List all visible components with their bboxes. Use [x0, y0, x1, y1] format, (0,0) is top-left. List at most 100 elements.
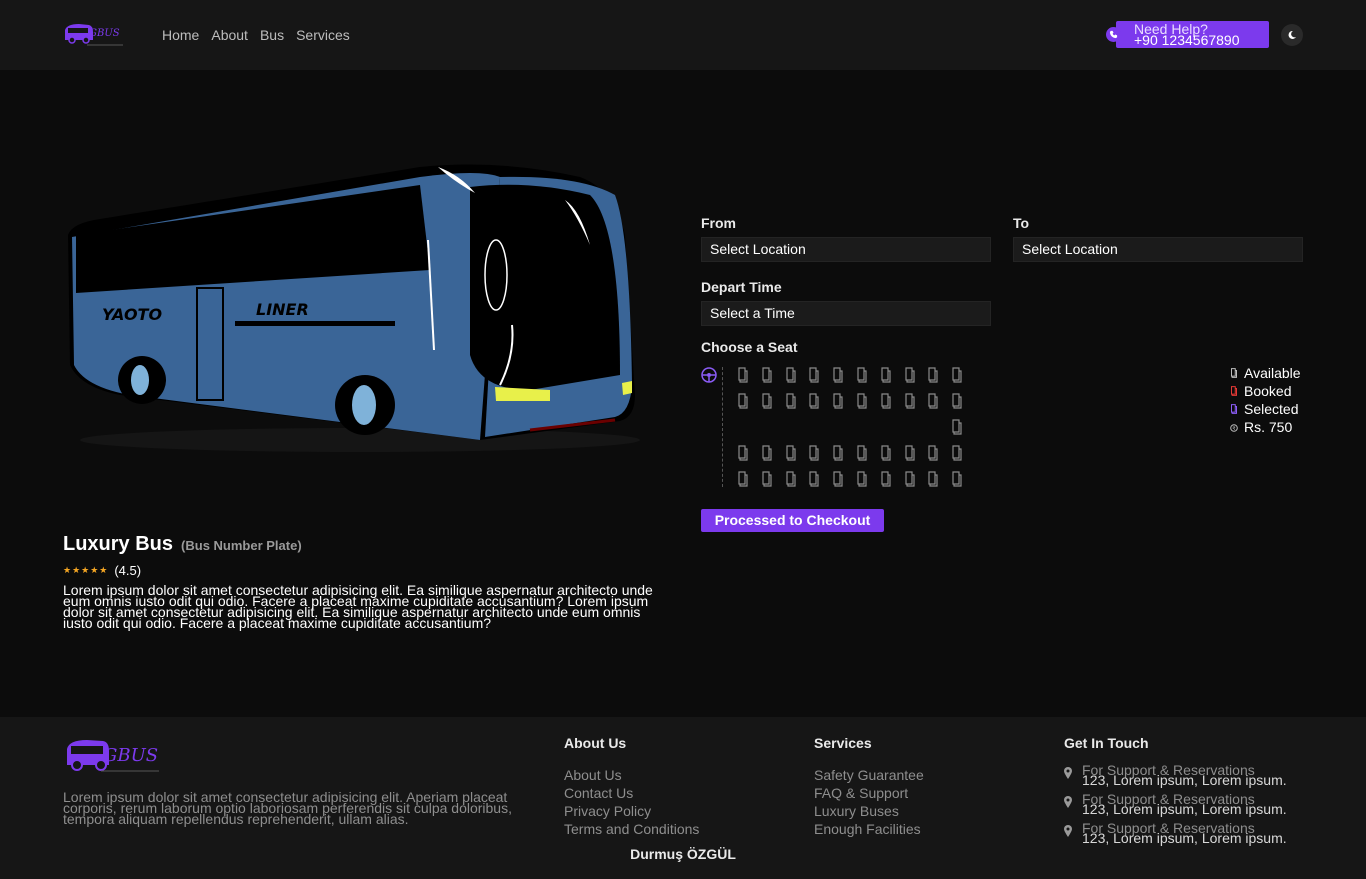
seat-icon[interactable] — [785, 393, 797, 409]
footer-link-luxury-buses[interactable]: Luxury Buses — [814, 802, 924, 820]
seat-icon[interactable] — [880, 445, 892, 461]
help-box[interactable]: Need Help? +90 1234567890 — [1116, 21, 1269, 48]
contact-address: 123, Lorem ipsum, Lorem ipsum. — [1082, 830, 1287, 846]
legend-label: Booked — [1244, 383, 1292, 399]
footer-link-safety[interactable]: Safety Guarantee — [814, 766, 924, 784]
bus-illustration: YAOTO LINER — [68, 164, 640, 452]
footer-author: Durmuş ÖZGÜL — [630, 846, 736, 862]
location-pin-icon — [1064, 767, 1072, 779]
legend-item: ₹ Rs. 750 — [1230, 418, 1301, 436]
depart-label: Depart Time — [701, 279, 782, 295]
seat-icon — [1230, 383, 1238, 399]
help-contact[interactable]: Need Help? +90 1234567890 — [1106, 21, 1269, 48]
contact-address: 123, Lorem ipsum, Lorem ipsum. — [1082, 772, 1287, 788]
seat-icon[interactable] — [880, 471, 892, 487]
nav-home[interactable]: Home — [162, 27, 199, 43]
seat-icon[interactable] — [761, 445, 773, 461]
gbus-logo[interactable]: GBUS — [63, 22, 125, 48]
footer-link-privacy-policy[interactable]: Privacy Policy — [564, 802, 699, 820]
seat-icon[interactable] — [808, 445, 820, 461]
seat-icon[interactable] — [856, 393, 868, 409]
bus-rating: ★★★★★ (4.5) — [63, 563, 141, 578]
seat-icon[interactable] — [856, 367, 868, 383]
seat-icon[interactable] — [951, 367, 963, 383]
rating-value: (4.5) — [114, 563, 142, 578]
seat-icon — [1230, 401, 1238, 417]
seat-icon[interactable] — [761, 367, 773, 383]
seat-icon[interactable] — [832, 393, 844, 409]
seat-icon[interactable] — [927, 367, 939, 383]
bus-description: Lorem ipsum dolor sit amet consectetur a… — [63, 582, 653, 631]
to-label: To — [1013, 215, 1030, 231]
seat-icon[interactable] — [951, 393, 963, 409]
seat-icon[interactable] — [880, 367, 892, 383]
location-pin-icon — [1064, 825, 1072, 837]
legend-item: Booked — [1230, 382, 1301, 400]
svg-text:GBUS: GBUS — [89, 28, 120, 39]
location-pin-icon — [1064, 796, 1072, 808]
seat-icon[interactable] — [880, 393, 892, 409]
svg-text:GBUS: GBUS — [103, 745, 158, 766]
nav-services[interactable]: Services — [296, 27, 350, 43]
seat-icon[interactable] — [856, 445, 868, 461]
legend-item: Available — [1230, 364, 1301, 382]
seat-legend: Available Booked Selected ₹ Rs. 750 — [1230, 364, 1301, 436]
footer-link-terms[interactable]: Terms and Conditions — [564, 820, 699, 838]
seat-icon[interactable] — [808, 393, 820, 409]
seat-icon[interactable] — [761, 393, 773, 409]
bus-title: Luxury Bus (Bus Number Plate) — [63, 533, 302, 556]
footer-link-faq[interactable]: FAQ & Support — [814, 784, 924, 802]
footer-about-title: About Us — [564, 735, 627, 751]
steering-wheel-icon — [701, 367, 717, 383]
seat-icon[interactable] — [785, 471, 797, 487]
from-select[interactable]: Select Location — [701, 237, 991, 262]
svg-text:LINER: LINER — [256, 300, 309, 319]
help-phone-number: +90 1234567890 — [1134, 32, 1240, 48]
seat-icon[interactable] — [832, 471, 844, 487]
seat-icon[interactable] — [951, 471, 963, 487]
svg-text:YAOTO: YAOTO — [102, 305, 162, 324]
bus-plate: (Bus Number Plate) — [181, 538, 302, 553]
seat-icon[interactable] — [832, 445, 844, 461]
to-select[interactable]: Select Location — [1013, 237, 1303, 262]
nav-about[interactable]: About — [211, 27, 248, 43]
seat-icon[interactable] — [761, 471, 773, 487]
seat-icon[interactable] — [951, 445, 963, 461]
seat-icon[interactable] — [927, 471, 939, 487]
seat-icon[interactable] — [904, 367, 916, 383]
seat-icon — [1230, 365, 1238, 381]
seat-icon[interactable] — [904, 393, 916, 409]
seat-icon[interactable] — [927, 393, 939, 409]
seat-icon[interactable] — [927, 445, 939, 461]
legend-label: Rs. 750 — [1244, 419, 1293, 435]
seat-divider — [722, 367, 723, 487]
footer-link-facilities[interactable]: Enough Facilities — [814, 820, 924, 838]
seat-icon[interactable] — [737, 393, 749, 409]
seat-map — [701, 365, 981, 490]
seat-icon[interactable] — [785, 367, 797, 383]
svg-text:₹: ₹ — [1232, 426, 1235, 432]
seat-icon[interactable] — [737, 445, 749, 461]
seat-icon[interactable] — [832, 367, 844, 383]
seat-icon[interactable] — [904, 445, 916, 461]
depart-time-select[interactable]: Select a Time — [701, 301, 991, 326]
price-icon: ₹ — [1230, 419, 1238, 435]
seat-icon[interactable] — [904, 471, 916, 487]
seat-icon[interactable] — [951, 419, 963, 435]
seat-icon[interactable] — [737, 471, 749, 487]
seat-icon[interactable] — [808, 367, 820, 383]
nav-bus[interactable]: Bus — [260, 27, 284, 43]
footer-link-about-us[interactable]: About Us — [564, 766, 699, 784]
seat-icon[interactable] — [737, 367, 749, 383]
gbus-logo-footer[interactable]: GBUS — [65, 737, 161, 779]
checkout-button[interactable]: Processed to Checkout — [701, 509, 884, 532]
footer-link-contact-us[interactable]: Contact Us — [564, 784, 699, 802]
phone-icon — [1106, 27, 1121, 42]
seat-icon[interactable] — [856, 471, 868, 487]
footer-services-column: Services Safety Guarantee FAQ & Support … — [814, 735, 924, 838]
site-footer: GBUS Lorem ipsum dolor sit amet consecte… — [0, 717, 1366, 879]
footer-about-column: About Us About Us Contact Us Privacy Pol… — [564, 735, 699, 838]
seat-icon[interactable] — [785, 445, 797, 461]
theme-toggle-moon-icon[interactable] — [1281, 24, 1303, 46]
seat-icon[interactable] — [808, 471, 820, 487]
